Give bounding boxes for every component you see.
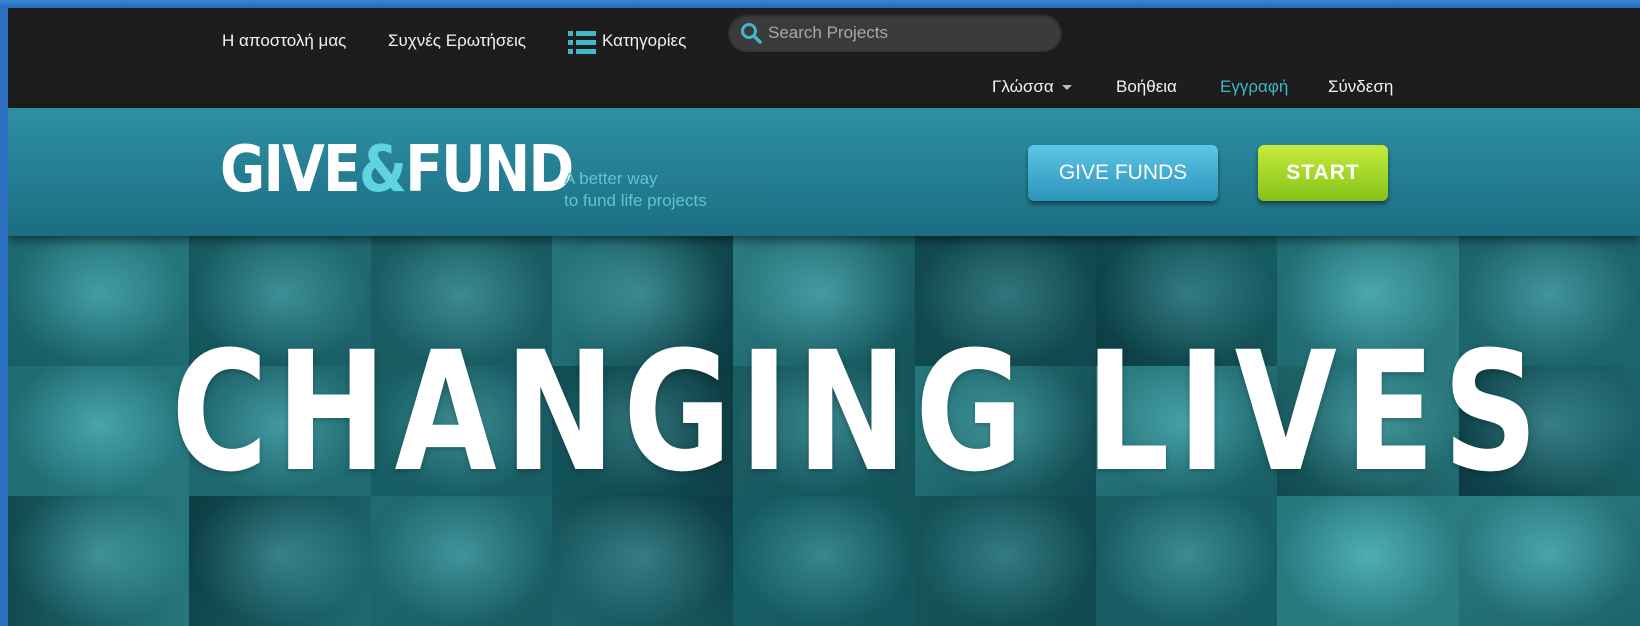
search-box xyxy=(728,14,1062,52)
search-input[interactable] xyxy=(768,20,1048,46)
browser-viewport: Η αποστολή μας Συχνές Ερωτήσεις Κατηγορί… xyxy=(8,8,1640,626)
nav-login-link[interactable]: Σύνδεση xyxy=(1328,77,1393,97)
window-top-strip xyxy=(0,0,1640,8)
mosaic-photo-tile xyxy=(1277,496,1459,626)
mosaic-photo-tile xyxy=(733,496,915,626)
mosaic-photo-tile xyxy=(189,496,371,626)
nav-help-link[interactable]: Βοήθεια xyxy=(1116,77,1177,97)
give-funds-button[interactable]: GIVE FUNDS xyxy=(1028,145,1218,201)
search-icon[interactable] xyxy=(740,22,762,44)
mosaic-photo-tile xyxy=(551,496,734,626)
start-button[interactable]: START xyxy=(1258,145,1388,201)
mosaic-photo-tile xyxy=(8,496,190,626)
language-dropdown[interactable]: Γλώσσα xyxy=(992,77,1072,97)
top-navigation: Η αποστολή μας Συχνές Ερωτήσεις Κατηγορί… xyxy=(8,8,1640,108)
caret-down-icon xyxy=(1061,85,1072,91)
logo-give-text: GIVE xyxy=(220,133,361,207)
mosaic-photo-tile xyxy=(914,496,1096,626)
brand-header: GIVE&FUND A better way to fund life proj… xyxy=(8,108,1640,236)
nav-faq-link[interactable]: Συχνές Ερωτήσεις xyxy=(388,31,526,51)
nav-categories-link[interactable]: Κατηγορίες xyxy=(602,31,686,51)
mosaic-photo-tile xyxy=(8,366,190,496)
nav-register-link[interactable]: Εγγραφή xyxy=(1220,77,1288,97)
language-label: Γλώσσα xyxy=(992,77,1054,96)
logo-ampersand: & xyxy=(358,133,407,207)
give-and-fund-logo[interactable]: GIVE&FUND xyxy=(220,138,574,202)
list-menu-icon[interactable] xyxy=(568,30,596,56)
mosaic-photo-tile xyxy=(1458,496,1640,626)
brand-tagline: A better way to fund life projects xyxy=(564,168,707,212)
hero-title: CHANGING LIVES xyxy=(171,316,1547,508)
logo-fund-text: FUND xyxy=(405,133,574,207)
mosaic-photo-tile xyxy=(370,496,552,626)
tagline-line-1: A better way xyxy=(564,169,658,188)
nav-mission-link[interactable]: Η αποστολή μας xyxy=(222,31,346,51)
mosaic-photo-tile xyxy=(1095,496,1278,626)
mosaic-photo-tile xyxy=(8,236,190,366)
tagline-line-2: to fund life projects xyxy=(564,191,707,210)
